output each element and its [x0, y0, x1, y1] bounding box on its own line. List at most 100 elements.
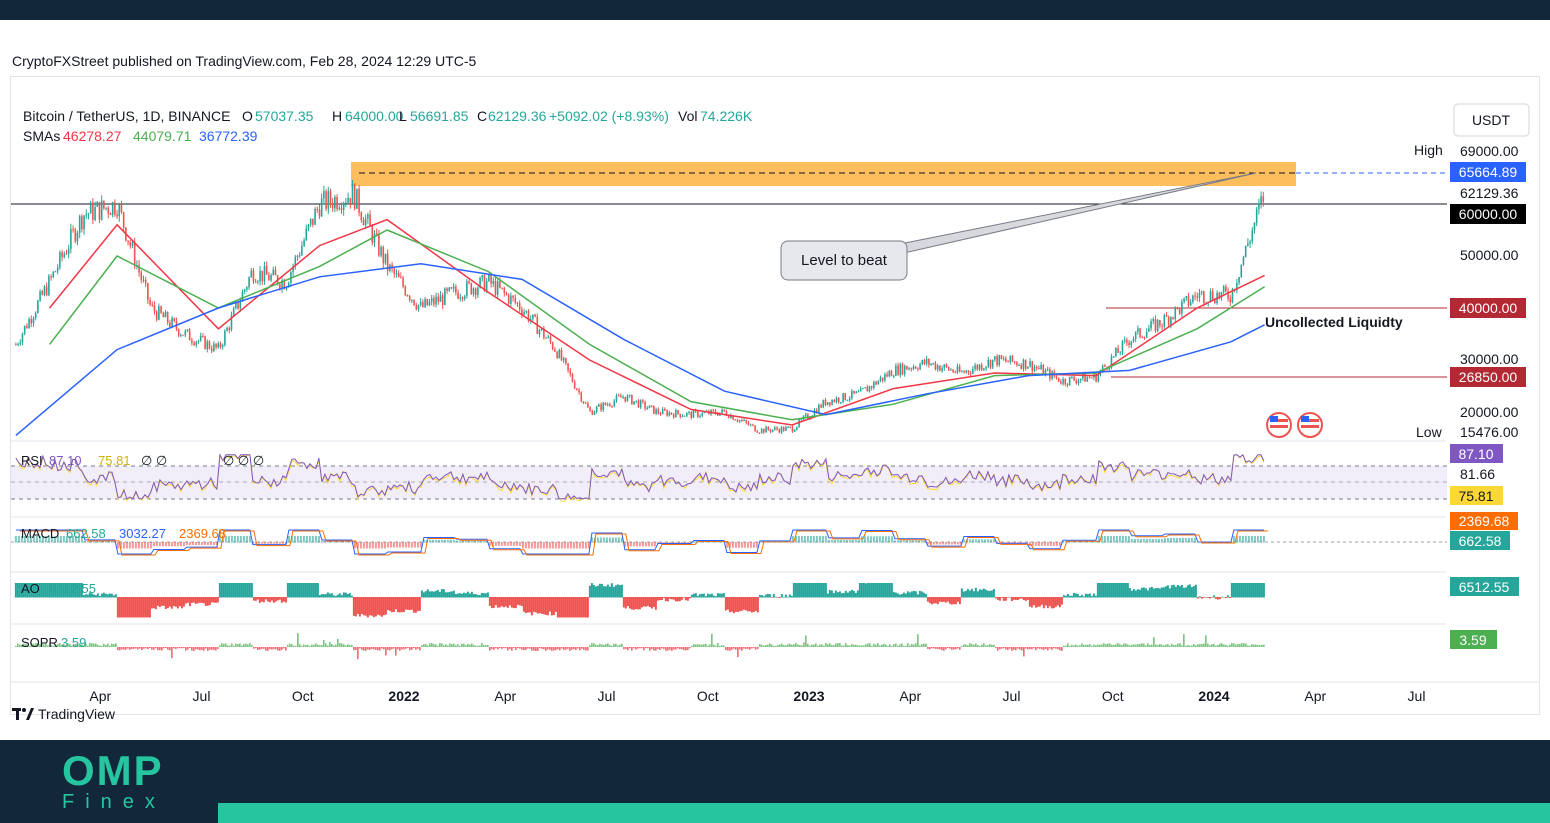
macd-histogram-bar [398, 542, 401, 548]
price-candle [272, 269, 275, 275]
price-candle [116, 214, 118, 217]
time-axis-label: Jul [1408, 688, 1426, 704]
ao-bar [966, 589, 969, 598]
macd-histogram-bar [392, 542, 395, 548]
macd-histogram-bar [944, 542, 947, 545]
sopr-bar [739, 647, 741, 650]
ao-bar [628, 597, 631, 609]
sopr-bar [405, 647, 407, 649]
ao-bar [774, 596, 777, 598]
ao-bar [328, 593, 331, 598]
price-candle [1128, 342, 1130, 346]
price-candle [114, 202, 116, 215]
sopr-bar [1217, 644, 1219, 647]
price-candle [1086, 377, 1089, 382]
ao-bar [962, 591, 965, 598]
sopr-bar [907, 643, 909, 647]
sopr-bar [1087, 644, 1089, 647]
price-candle [595, 406, 598, 412]
price-candle [804, 414, 807, 417]
sopr-bar [251, 645, 253, 647]
price-candle [362, 219, 365, 226]
price-candle [1029, 361, 1031, 367]
sopr-bar [237, 643, 239, 647]
ao-bar [350, 595, 353, 598]
price-candle [1033, 366, 1036, 372]
price-candle [305, 228, 308, 241]
ao-bar [584, 597, 587, 618]
sopr-bar [647, 647, 649, 649]
rsi-value: 87.10 [49, 453, 82, 468]
ao-bar [758, 594, 761, 598]
price-scale[interactable]: High 69000.00 65664.89 62129.36 60000.00… [1414, 142, 1526, 649]
macd-histogram-bar [314, 536, 317, 543]
sopr-bar [653, 647, 655, 651]
sopr-bar [845, 643, 847, 647]
sopr-bar [163, 647, 165, 649]
sopr-bar [167, 647, 169, 650]
price-candle [39, 291, 41, 301]
price-chart[interactable]: Bitcoin / TetherUS, 1D, BINANCE O 57037.… [11, 77, 1539, 714]
ao-bar [1006, 597, 1009, 598]
macd-histogram-bar [629, 542, 632, 547]
ao-bar [440, 589, 443, 598]
macd-histogram-bar [602, 537, 605, 543]
ao-bar [1050, 597, 1053, 609]
ao-bar [244, 583, 247, 598]
tradingview-logo[interactable]: TradingView [12, 706, 115, 722]
price-candle [1088, 377, 1091, 379]
ao-tag-text: 6512.55 [1459, 579, 1510, 595]
price-candle [679, 413, 682, 418]
sopr-bar [773, 645, 775, 647]
ao-bar [304, 583, 307, 598]
sopr-bar [889, 644, 891, 647]
sopr-bar [847, 645, 849, 647]
macd-histogram-bar [884, 536, 887, 543]
sopr-bar [159, 647, 161, 651]
macd-histogram-bar [575, 542, 578, 549]
ao-bar [1018, 597, 1021, 599]
price-candle [54, 271, 57, 273]
sopr-bar [679, 647, 681, 650]
sopr-bar [329, 641, 331, 647]
ao-bar [1138, 589, 1141, 598]
time-axis[interactable]: Apr Jul Oct 2022 Apr Jul Oct 2023 Apr Jul Oct 2024 A… [89, 688, 1425, 704]
macd-histogram-bar [530, 542, 533, 549]
sopr-bar [225, 643, 227, 647]
ao-bar [146, 597, 149, 618]
sopr-bar [681, 647, 683, 650]
us-flag-icon[interactable] [1297, 412, 1323, 438]
sopr-bar [581, 647, 583, 649]
sopr-bar [715, 645, 717, 647]
ao-bar [156, 597, 159, 606]
sopr-bar [549, 647, 551, 650]
sopr-bar [543, 647, 545, 650]
ao-bar [1024, 597, 1027, 601]
ao-bar [332, 595, 335, 598]
ao-bar [1090, 596, 1093, 598]
sopr-bar [767, 644, 769, 647]
price-tag-26850-text: 26850.00 [1459, 369, 1518, 385]
rsi-ma-value: 75.81 [98, 453, 131, 468]
ao-bar [488, 597, 491, 606]
price-candle [787, 426, 789, 428]
price-candle [967, 370, 970, 373]
ao-bar [1244, 583, 1247, 598]
sopr-bar [1259, 645, 1261, 647]
us-flag-icon[interactable] [1266, 412, 1292, 438]
ao-bar [602, 586, 605, 598]
sopr-bar [547, 647, 549, 650]
ao-bar [1246, 583, 1249, 598]
price-candle [140, 272, 143, 281]
sopr-bar [1221, 643, 1223, 647]
chart-panel[interactable]: Bitcoin / TetherUS, 1D, BINANCE O 57037.… [10, 76, 1540, 715]
ao-bar [162, 597, 165, 606]
ao-bar [1058, 597, 1061, 608]
price-candle [501, 287, 503, 289]
sopr-bar [1131, 644, 1133, 647]
sopr-bar [369, 647, 371, 650]
macd-histogram-bar [950, 542, 953, 545]
sopr-bar [1165, 644, 1167, 647]
ao-bar [404, 597, 407, 610]
price-candle [525, 311, 528, 313]
